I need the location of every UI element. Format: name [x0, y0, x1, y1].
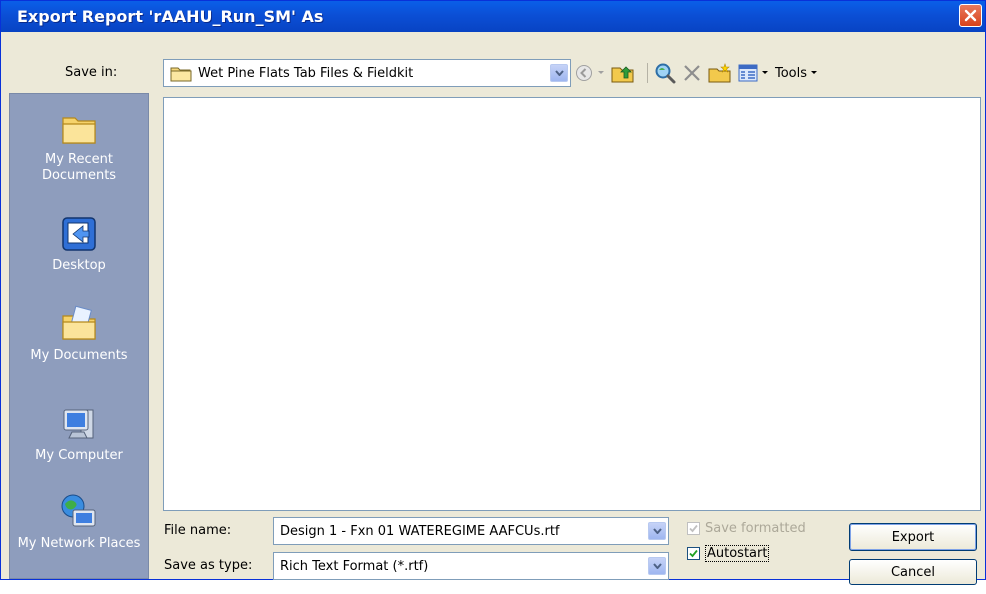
autostart-label: Autostart	[705, 545, 770, 562]
views-button[interactable]	[738, 64, 769, 82]
place-label: My Documents	[30, 348, 128, 363]
save-as-type-dropdown[interactable]: Rich Text Format (*.rtf)	[273, 552, 669, 580]
save-in-dropdown[interactable]: Wet Pine Flats Tab Files & Fieldkit	[163, 59, 571, 87]
delete-icon	[684, 65, 700, 81]
file-name-value: Design 1 - Fxn 01 WATEREGIME AAFCUs.rtf	[280, 523, 560, 539]
checkbox-box[interactable]	[687, 547, 700, 560]
place-label: My Recent Documents	[41, 152, 117, 183]
my-documents-icon	[62, 305, 96, 340]
toolbar-separator	[647, 63, 648, 83]
place-label: My Network Places	[17, 536, 141, 551]
network-places-icon	[61, 494, 96, 527]
search-web-button[interactable]	[654, 62, 676, 84]
save-as-type-dropdown-button[interactable]	[648, 557, 666, 575]
new-folder-icon	[708, 63, 731, 83]
export-dialog: Export Report 'rAAHU_Run_SM' As Save in:…	[0, 0, 986, 585]
place-network-places[interactable]: My Network Places	[10, 492, 148, 552]
recent-documents-icon	[62, 117, 96, 144]
close-button[interactable]	[959, 4, 982, 27]
file-list[interactable]	[163, 97, 981, 511]
tools-label: Tools	[775, 65, 808, 81]
up-folder-icon	[611, 66, 634, 83]
checkmark-icon	[689, 549, 698, 558]
toolbar: Tools	[575, 59, 824, 87]
chevron-down-icon	[762, 71, 768, 74]
chevron-down-icon	[652, 563, 662, 569]
export-button[interactable]: Export	[849, 523, 977, 551]
save-formatted-label: Save formatted	[705, 521, 806, 536]
folder-icon	[170, 67, 192, 82]
cancel-button[interactable]: Cancel	[849, 559, 977, 585]
save-as-type-value: Rich Text Format (*.rtf)	[280, 558, 429, 574]
search-web-icon	[655, 63, 676, 84]
back-button[interactable]	[575, 64, 605, 82]
dialog-title: Export Report 'rAAHU_Run_SM' As	[17, 7, 324, 26]
save-formatted-checkbox: Save formatted	[687, 521, 806, 536]
back-icon	[576, 65, 592, 81]
checkbox-box	[687, 522, 700, 535]
place-label: Desktop	[52, 258, 106, 273]
new-folder-button[interactable]	[708, 63, 732, 83]
place-desktop[interactable]: Desktop	[10, 214, 148, 274]
save-as-type-label: Save as type:	[164, 558, 253, 573]
desktop-icon	[62, 217, 96, 251]
place-my-computer[interactable]: My Computer	[10, 404, 148, 464]
chevron-down-icon	[811, 71, 818, 74]
chevron-down-icon	[598, 71, 604, 74]
chevron-down-icon	[652, 528, 662, 534]
place-label: My Computer	[35, 448, 123, 463]
save-in-dropdown-button[interactable]	[550, 64, 568, 82]
file-name-input[interactable]: Design 1 - Fxn 01 WATEREGIME AAFCUs.rtf	[273, 517, 669, 545]
autostart-checkbox[interactable]: Autostart	[687, 545, 770, 562]
place-my-documents[interactable]: My Documents	[10, 304, 148, 364]
checkmark-icon	[689, 524, 698, 533]
file-name-label: File name:	[164, 523, 232, 538]
delete-button[interactable]	[682, 63, 702, 83]
place-recent-documents[interactable]: My Recent Documents	[10, 108, 148, 184]
views-icon	[738, 64, 758, 82]
save-in-value: Wet Pine Flats Tab Files & Fieldkit	[198, 65, 414, 81]
my-computer-icon	[63, 409, 94, 439]
close-icon	[964, 9, 977, 22]
up-folder-button[interactable]	[611, 63, 635, 83]
chevron-down-icon	[554, 70, 564, 76]
places-bar: My Recent Documents Desktop My Documents	[9, 93, 149, 579]
file-name-dropdown-button[interactable]	[648, 522, 666, 540]
tools-menu[interactable]: Tools	[775, 66, 818, 81]
save-in-label: Save in:	[65, 65, 118, 80]
title-bar[interactable]: Export Report 'rAAHU_Run_SM' As	[1, 1, 985, 32]
